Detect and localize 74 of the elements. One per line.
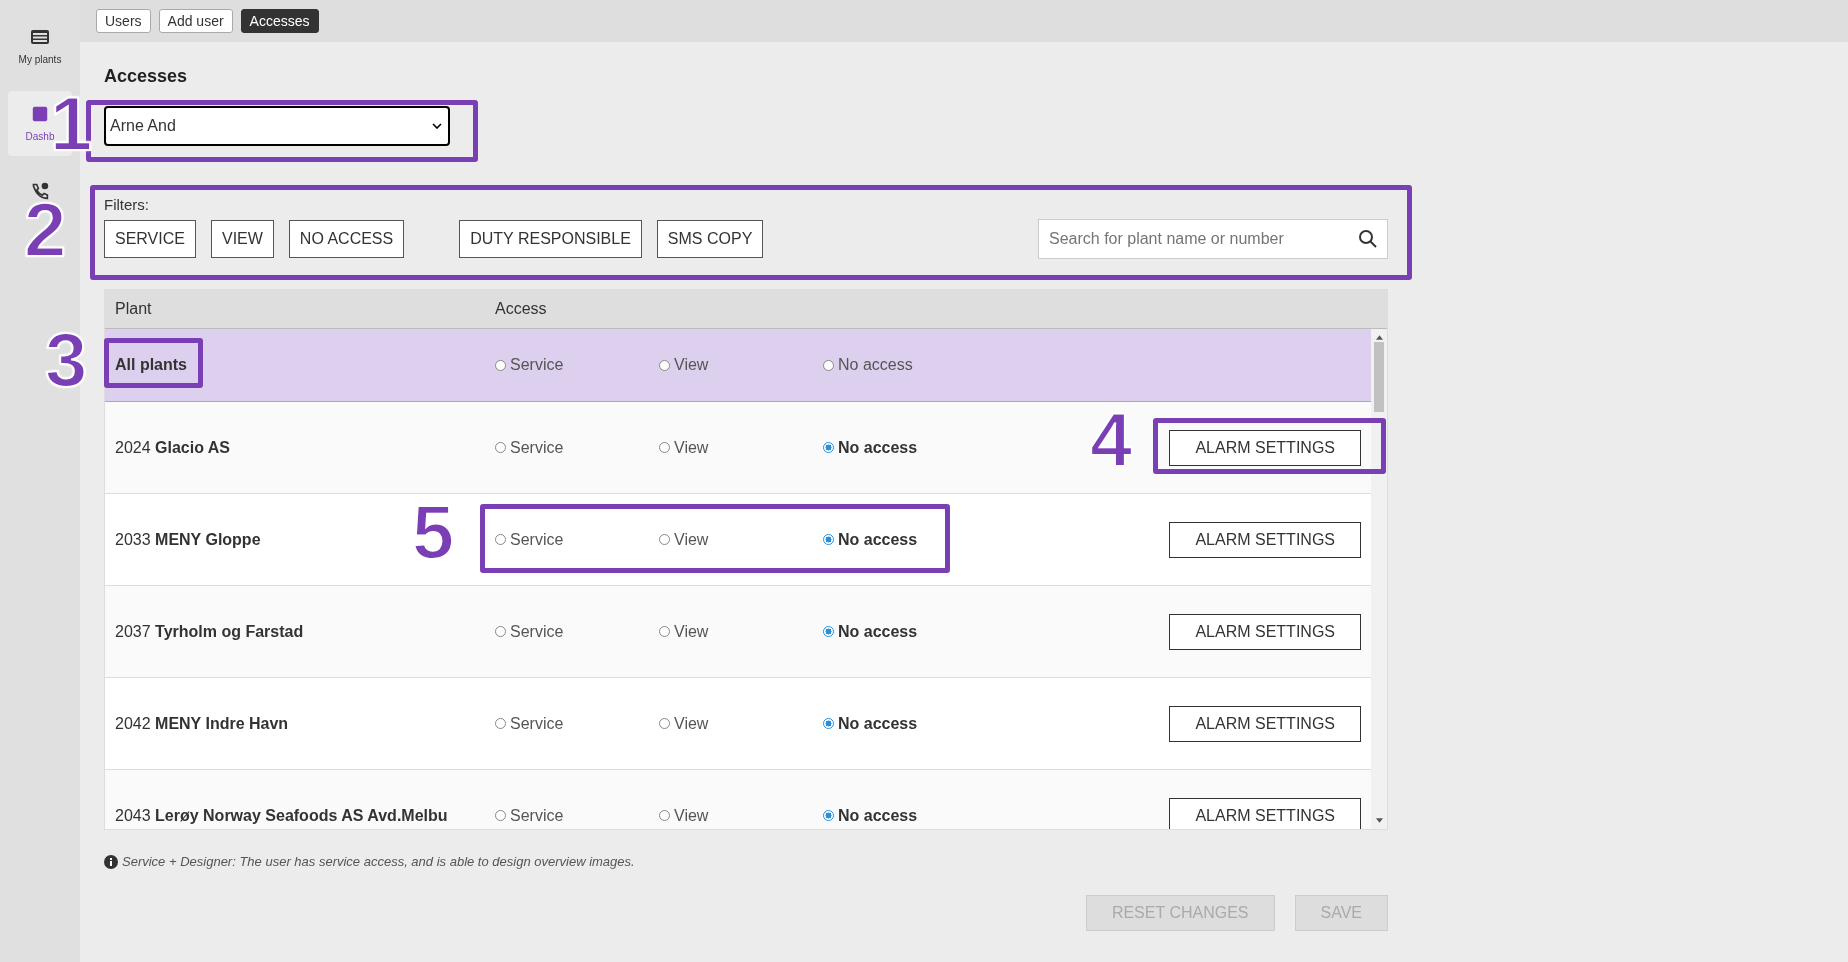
chevron-icon bbox=[432, 123, 442, 129]
radio-label: No access bbox=[838, 806, 918, 825]
info-note: Service + Designer: The user has service access, and is able to design overview images. bbox=[122, 854, 635, 869]
radio-label: View bbox=[674, 438, 709, 457]
alarm-settings-button[interactable]: ALARM SETTINGS bbox=[1169, 705, 1361, 742]
radio-label: View bbox=[674, 714, 709, 733]
radio-label: No access bbox=[838, 714, 918, 733]
radio-button[interactable] bbox=[659, 534, 670, 545]
radio-label: No access bbox=[838, 622, 918, 641]
radio-label: Service bbox=[510, 530, 564, 549]
radio-button[interactable] bbox=[659, 626, 670, 637]
alarm-settings-button[interactable]: ALARM SETTINGS bbox=[1169, 613, 1361, 650]
filters-label: Filters: bbox=[104, 196, 150, 213]
plant-name: 2037 Tyrholm og Farstad bbox=[114, 622, 305, 641]
radio-button[interactable] bbox=[659, 359, 670, 371]
radio-button[interactable] bbox=[495, 359, 506, 371]
radio-label: No access bbox=[838, 438, 918, 457]
radio-button[interactable] bbox=[659, 810, 670, 821]
radio-label: View bbox=[674, 622, 709, 641]
sidebar-item[interactable]: My plants bbox=[8, 22, 72, 71]
column-header: Plant bbox=[114, 300, 153, 318]
radio-label: Service bbox=[510, 622, 564, 641]
plant-name: 2033 MENY Gloppe bbox=[114, 530, 262, 549]
radio-label: Service bbox=[510, 714, 564, 733]
radio-label: View bbox=[674, 530, 709, 549]
radio-button[interactable] bbox=[823, 359, 834, 371]
scroll-down-icon[interactable] bbox=[1375, 818, 1383, 823]
user-select[interactable]: Arne And bbox=[104, 106, 450, 146]
filter-button[interactable]: NO ACCESS bbox=[288, 220, 405, 258]
radio-label: Service bbox=[510, 438, 564, 457]
radio-button[interactable] bbox=[495, 626, 506, 637]
radio-button[interactable] bbox=[823, 442, 834, 453]
tab[interactable]: Accesses bbox=[240, 9, 319, 33]
radio-label: View bbox=[674, 806, 709, 825]
page-title: Accesses bbox=[104, 66, 189, 87]
tab[interactable]: Add user bbox=[158, 9, 233, 33]
plant-name: 2043 Lerøy Norway Seafoods AS Avd.Melbu bbox=[114, 806, 449, 825]
radio-label: No access bbox=[838, 530, 918, 549]
list-icon bbox=[30, 28, 50, 46]
radio-button[interactable] bbox=[823, 534, 834, 545]
alarm-settings-button[interactable]: ALARM SETTINGS bbox=[1169, 429, 1361, 466]
radio-button[interactable] bbox=[495, 442, 506, 453]
alarm-settings-button[interactable]: ALARM SETTINGS bbox=[1169, 521, 1361, 558]
radio-button[interactable] bbox=[823, 718, 834, 729]
radio-button[interactable] bbox=[495, 718, 506, 729]
filter-button[interactable]: VIEW bbox=[210, 220, 274, 258]
scroll-up-icon[interactable] bbox=[1375, 335, 1383, 340]
radio-button[interactable] bbox=[659, 442, 670, 453]
annotation-number: 2 bbox=[24, 192, 67, 268]
radio-button[interactable] bbox=[495, 810, 506, 821]
radio-label: Service bbox=[510, 806, 564, 825]
search-field[interactable]: Search for plant name or number bbox=[1038, 219, 1388, 259]
radio-button[interactable] bbox=[823, 626, 834, 637]
annotation-number: 3 bbox=[45, 322, 88, 398]
radio-label: View bbox=[674, 356, 709, 374]
scrollbar-thumb[interactable] bbox=[1374, 342, 1384, 412]
radio-button[interactable] bbox=[659, 718, 670, 729]
radio-button[interactable] bbox=[823, 810, 834, 821]
plant-name: 2024 Glacio AS bbox=[114, 438, 232, 457]
phone-icon bbox=[30, 182, 50, 200]
filter-button[interactable]: DUTY RESPONSIBLE bbox=[459, 220, 642, 258]
tab[interactable]: Users bbox=[96, 9, 151, 33]
plant-name: 2042 MENY Indre Havn bbox=[114, 714, 290, 733]
plant-name: All plants bbox=[114, 356, 188, 374]
alarm-settings-button[interactable]: ALARM SETTINGS bbox=[1169, 797, 1361, 829]
radio-button[interactable] bbox=[495, 534, 506, 545]
dashboard-icon bbox=[30, 105, 50, 123]
filter-button[interactable]: SERVICE bbox=[104, 220, 196, 258]
filter-button[interactable]: SMS COPY bbox=[656, 220, 764, 258]
search-icon[interactable] bbox=[1358, 229, 1378, 249]
radio-label: Service bbox=[510, 356, 564, 374]
radio-label: No access bbox=[838, 356, 913, 374]
info-icon bbox=[104, 854, 118, 869]
column-header: Access bbox=[495, 300, 547, 318]
